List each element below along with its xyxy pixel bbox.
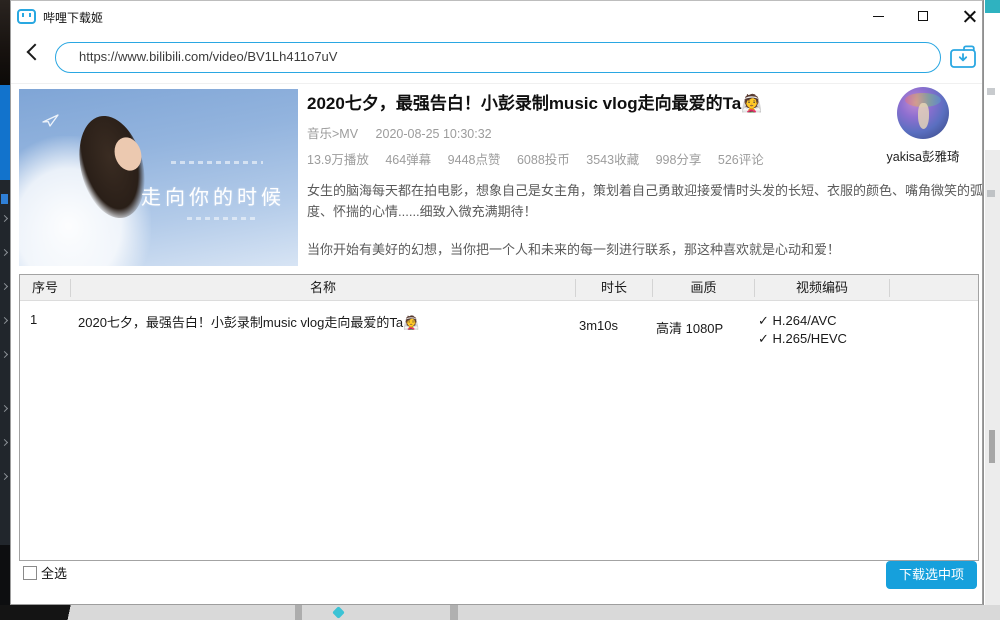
stat-coins: 6088投币 bbox=[517, 153, 570, 167]
row-name: 2020七夕，最强告白！小彭录制music vlog走向最爱的Ta👰 bbox=[70, 312, 575, 348]
row-codecs: ✓ H.264/AVC ✓ H.265/HEVC bbox=[754, 312, 889, 348]
row-quality: 高清 1080P bbox=[652, 312, 754, 348]
row-spacer bbox=[889, 312, 978, 348]
uploader-name: yakisa彭雅琦 bbox=[873, 146, 973, 165]
header-quality: 画质 bbox=[652, 279, 754, 297]
stat-plays: 13.9万播放 bbox=[307, 153, 369, 167]
file-icon bbox=[1, 194, 8, 204]
background-file-tree-fragment bbox=[0, 180, 10, 545]
codec-hevc[interactable]: ✓ H.265/HEVC bbox=[758, 330, 889, 348]
background-cyan-icon bbox=[332, 606, 345, 619]
thumbnail-scribble bbox=[171, 161, 263, 164]
select-all-control[interactable]: 全选 bbox=[23, 563, 67, 582]
uploader-avatar[interactable] bbox=[897, 87, 949, 139]
maximize-button[interactable] bbox=[903, 1, 943, 31]
header-spacer bbox=[889, 279, 978, 297]
background-scrollbar-thumb bbox=[989, 430, 995, 463]
chevron-right-icon bbox=[1, 215, 8, 222]
paper-plane-icon bbox=[41, 113, 61, 134]
chevron-right-icon bbox=[1, 473, 8, 480]
background-text-fragment bbox=[987, 88, 995, 95]
app-window: 哔哩下载姬 https://www.bilibili.com/video/BV1… bbox=[10, 0, 983, 605]
background-left-window bbox=[0, 0, 10, 620]
video-title: 2020七夕，最强告白！小彭录制music vlog走向最爱的Ta👰 bbox=[307, 89, 887, 114]
thumbnail-scribble bbox=[187, 217, 259, 220]
chevron-right-icon bbox=[1, 283, 8, 290]
minimize-icon bbox=[873, 16, 884, 17]
download-selected-button[interactable]: 下载选中项 bbox=[886, 561, 977, 589]
nav-bar: https://www.bilibili.com/video/BV1Lh411o… bbox=[11, 33, 982, 84]
chevron-right-icon bbox=[1, 351, 8, 358]
minimize-button[interactable] bbox=[858, 1, 898, 31]
uploader-card[interactable]: yakisa彭雅琦 bbox=[873, 87, 973, 165]
row-index: 1 bbox=[20, 312, 70, 348]
title-bar: 哔哩下载姬 bbox=[11, 1, 982, 33]
download-folder-icon[interactable] bbox=[949, 44, 977, 70]
stat-danmaku: 464弹幕 bbox=[385, 153, 431, 167]
stat-likes: 9448点赞 bbox=[448, 153, 501, 167]
background-right-window bbox=[983, 0, 1000, 620]
header-duration: 时长 bbox=[575, 279, 652, 297]
back-icon[interactable] bbox=[27, 44, 44, 61]
video-category: 音乐>MV bbox=[307, 127, 358, 141]
app-title: 哔哩下载姬 bbox=[43, 9, 103, 26]
close-button[interactable] bbox=[949, 1, 989, 31]
video-description-line2: 当你开始有美好的幻想，当你把一个人和未来的每一刻进行联系，那这种喜欢就是心动和爱… bbox=[307, 239, 983, 260]
chevron-right-icon bbox=[1, 439, 8, 446]
video-publish-time: 2020-08-25 10:30:32 bbox=[376, 127, 492, 141]
header-codec: 视频编码 bbox=[754, 279, 889, 297]
select-all-label: 全选 bbox=[41, 563, 67, 582]
background-right-body-fragment bbox=[985, 150, 1000, 605]
url-input[interactable]: https://www.bilibili.com/video/BV1Lh411o… bbox=[55, 42, 941, 73]
bilibili-tv-icon bbox=[17, 9, 36, 24]
header-index: 序号 bbox=[20, 279, 70, 297]
chevron-right-icon bbox=[1, 317, 8, 324]
video-list-panel: 序号 名称 时长 画质 视频编码 1 2020七夕，最强告白！小彭录制music… bbox=[19, 274, 979, 561]
row-duration: 3m10s bbox=[575, 312, 652, 348]
stat-favorites: 3543收藏 bbox=[586, 153, 639, 167]
header-name: 名称 bbox=[70, 279, 575, 297]
table-row[interactable]: 1 2020七夕，最强告白！小彭录制music vlog走向最爱的Ta👰 3m1… bbox=[20, 301, 978, 348]
chevron-right-icon bbox=[1, 249, 8, 256]
close-icon bbox=[963, 10, 976, 23]
select-all-checkbox[interactable] bbox=[23, 566, 37, 580]
background-divider bbox=[450, 605, 458, 620]
background-dark-shape bbox=[0, 605, 95, 620]
maximize-icon bbox=[918, 11, 928, 21]
background-text-fragment bbox=[987, 190, 995, 197]
background-taskbar-fragment bbox=[0, 85, 10, 180]
thumbnail-title-text: 走向你的时候 bbox=[141, 181, 285, 210]
video-description-line1: 女生的脑海每天都在拍电影，想象自己是女主角，策划着自己勇敢迎接爱情时头发的长短、… bbox=[307, 180, 983, 222]
background-bottom-window bbox=[0, 605, 1000, 620]
video-thumbnail: 走向你的时候 bbox=[19, 89, 298, 266]
stat-shares: 998分享 bbox=[656, 153, 702, 167]
chevron-right-icon bbox=[1, 405, 8, 412]
background-photo-fragment bbox=[0, 0, 10, 85]
stat-comments: 526评论 bbox=[718, 153, 764, 167]
table-header: 序号 名称 时长 画质 视频编码 bbox=[20, 275, 978, 301]
codec-avc[interactable]: ✓ H.264/AVC bbox=[758, 312, 889, 330]
background-divider bbox=[295, 605, 302, 620]
